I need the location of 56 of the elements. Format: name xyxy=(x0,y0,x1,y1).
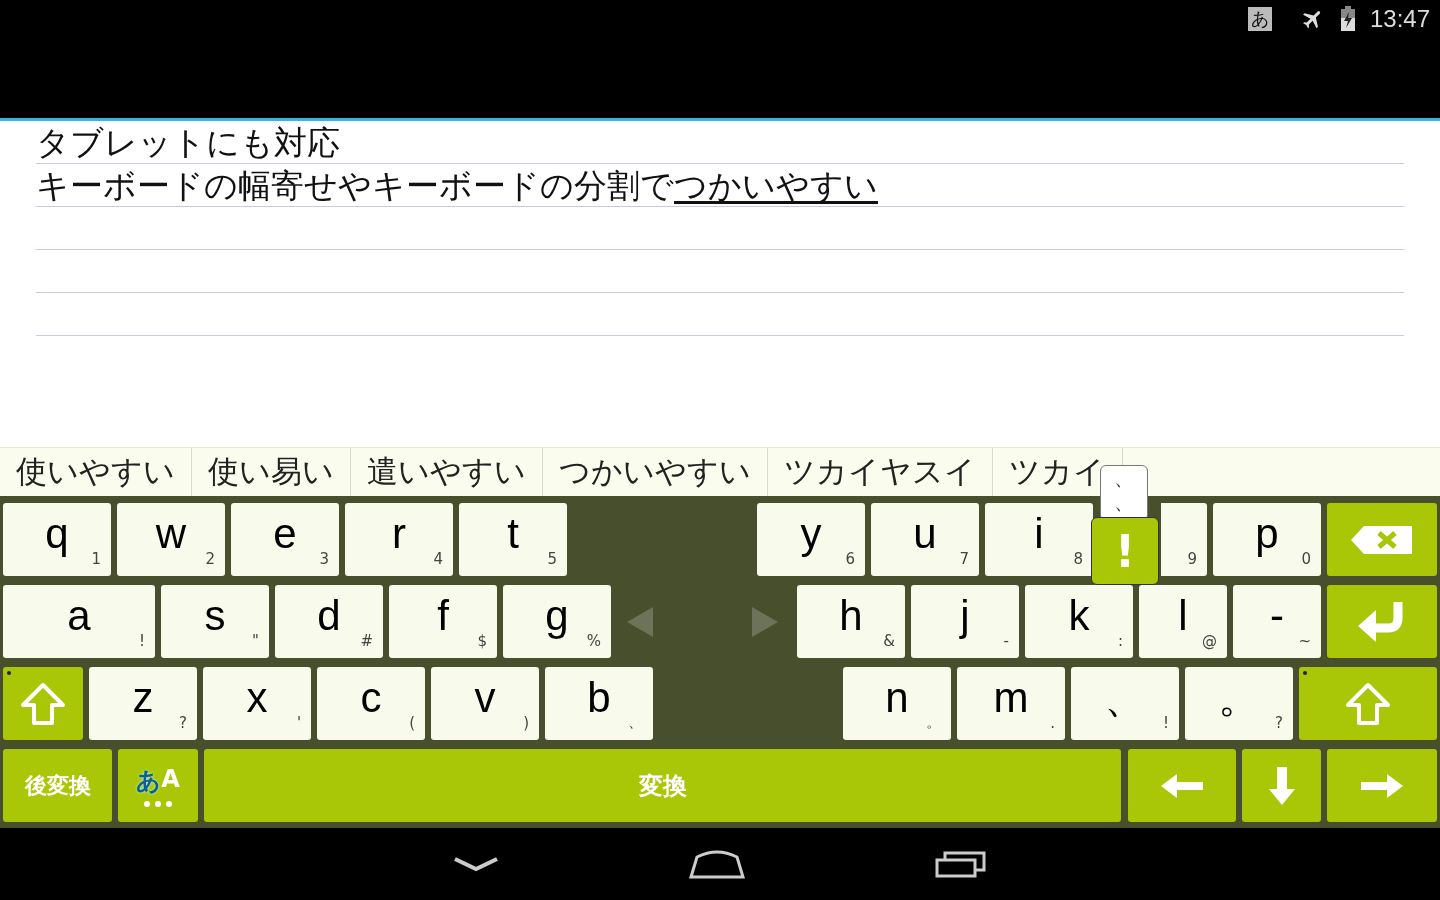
text-editor[interactable]: タブレットにも対応 キーボードの幅寄せやキーボードの分割でつかいやすい xyxy=(0,121,1440,447)
ellipsis-icon xyxy=(144,800,172,807)
backspace-key[interactable] xyxy=(1327,503,1437,576)
shift-arrow-icon xyxy=(20,681,66,726)
arrow-key[interactable] xyxy=(1128,749,1236,822)
recent-apps-icon[interactable] xyxy=(935,850,987,878)
backspace-icon xyxy=(1350,524,1414,555)
keyboard-key[interactable]: 。 ? xyxy=(1185,667,1293,740)
keyboard-key[interactable]: - ~ xyxy=(1233,585,1321,658)
keyboard-key[interactable]: r 4 xyxy=(345,503,453,576)
shift-key[interactable] xyxy=(3,667,83,740)
down-arrow-icon xyxy=(1266,764,1297,807)
keyboard-key[interactable]: n 。 xyxy=(843,667,951,740)
keyboard-key[interactable]: 、 ! xyxy=(1071,667,1179,740)
text-line: キーボードの幅寄せやキーボードの分割で xyxy=(36,166,674,206)
keyboard-key[interactable]: j - xyxy=(911,585,1019,658)
keyboard-key[interactable]: i 8 xyxy=(985,503,1093,576)
back-chevron-icon[interactable] xyxy=(453,856,499,872)
shift-arrow-icon xyxy=(1345,681,1391,726)
left-arrow-icon xyxy=(1159,771,1205,800)
input-mode-indicator: あ xyxy=(1247,6,1272,31)
keyboard-key[interactable]: x ' xyxy=(203,667,311,740)
keyboard-key[interactable]: b 、 xyxy=(545,667,653,740)
keyboard-key[interactable]: p 0 xyxy=(1213,503,1321,576)
keyboard-key[interactable]: u 7 xyxy=(871,503,979,576)
battery-icon xyxy=(1339,5,1356,32)
keyboard-key[interactable]: q 1 xyxy=(3,503,111,576)
home-icon[interactable] xyxy=(689,849,745,879)
keyboard-key[interactable]: g % xyxy=(503,585,611,658)
keyboard-key[interactable]: v ) xyxy=(431,667,539,740)
clock-time: 13:47 xyxy=(1369,4,1430,33)
keyboard-key[interactable]: c ( xyxy=(317,667,425,740)
keyboard-key[interactable]: t 5 xyxy=(459,503,567,576)
keyboard-key[interactable]: s " xyxy=(161,585,269,658)
right-triangle-icon[interactable] xyxy=(752,606,778,637)
keyboard-key[interactable]: l @ xyxy=(1139,585,1227,658)
keyboard-key[interactable]: f $ xyxy=(389,585,497,658)
enter-key[interactable] xyxy=(1327,585,1437,658)
right-arrow-icon xyxy=(1359,771,1405,800)
keyboard-key[interactable]: y 6 xyxy=(757,503,865,576)
keyboard-key[interactable]: a ! xyxy=(3,585,155,658)
composing-text: つかいやすい xyxy=(674,166,878,206)
text-line: タブレットにも対応 xyxy=(36,123,340,163)
left-triangle-icon[interactable] xyxy=(627,606,653,637)
keyboard-key[interactable]: z ? xyxy=(89,667,197,740)
arrow-key[interactable] xyxy=(1327,749,1437,822)
keyboard-key[interactable]: w 2 xyxy=(117,503,225,576)
keyboard-key[interactable]: e 3 xyxy=(231,503,339,576)
keyboard-key[interactable]: h & xyxy=(797,585,905,658)
keyboard-key[interactable]: 9 xyxy=(1161,503,1207,576)
keyboard-key[interactable]: m . xyxy=(957,667,1065,740)
input-mode-key[interactable]: あA xyxy=(118,749,198,822)
arrow-key[interactable] xyxy=(1242,749,1321,822)
keyboard-key[interactable]: k : xyxy=(1025,585,1133,658)
keyboard-key[interactable]: d # xyxy=(275,585,383,658)
shift-key[interactable] xyxy=(1299,667,1437,740)
